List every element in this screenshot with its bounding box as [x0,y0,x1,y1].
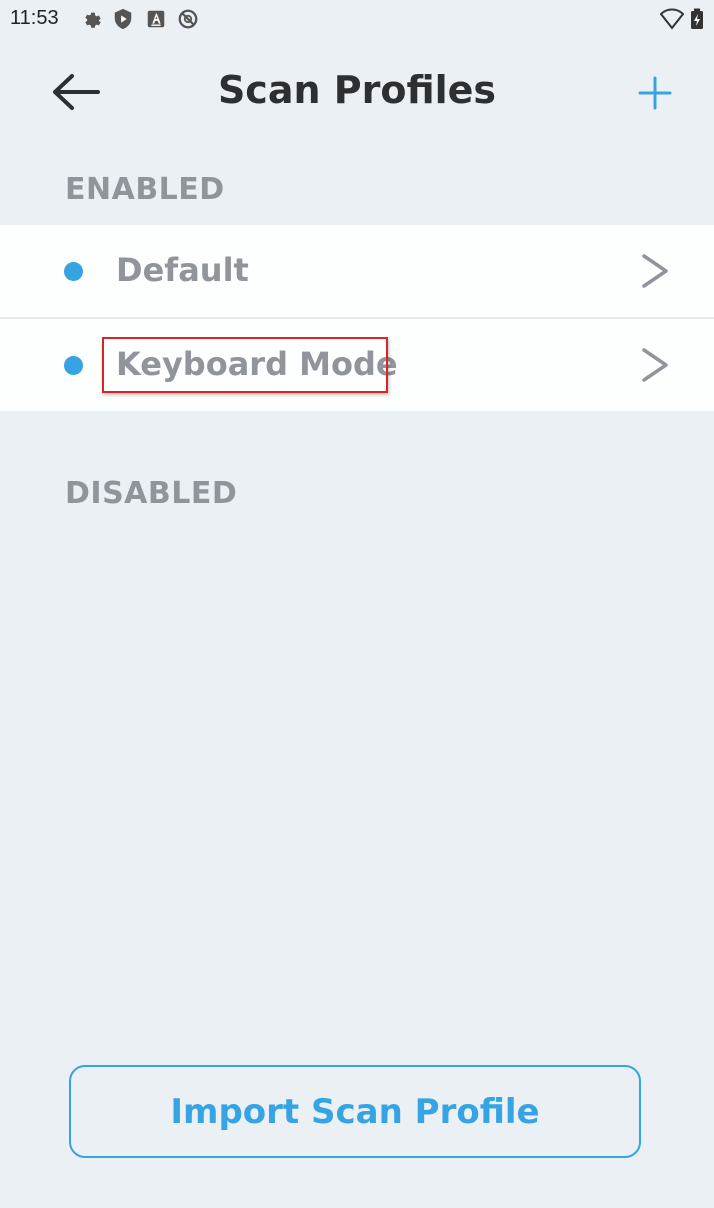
status-bar: 11:53 [0,0,714,38]
app-bar: Scan Profiles [0,38,714,148]
status-time: 11:53 [10,7,59,29]
wifi-icon [659,8,685,30]
section-label-enabled: ENABLED [65,172,225,207]
do-not-disturb-icon [177,8,199,30]
profile-row-keyboard-mode[interactable]: Keyboard Mode [0,319,714,411]
profile-row-default[interactable]: Default [0,225,714,317]
shield-play-icon [112,8,134,30]
font-a-icon [145,8,167,30]
status-dot [64,356,83,375]
page-title: Scan Profiles [217,68,497,112]
battery-charging-icon [690,8,704,30]
profile-name: Default [116,251,249,289]
import-scan-profile-button[interactable]: Import Scan Profile [69,1065,641,1158]
section-label-disabled: DISABLED [65,476,238,511]
add-icon[interactable] [636,74,674,112]
status-dot [64,262,83,281]
settings-icon [80,8,102,30]
profile-name: Keyboard Mode [116,345,398,383]
chevron-right-icon [638,253,672,289]
chevron-right-icon [638,347,672,383]
